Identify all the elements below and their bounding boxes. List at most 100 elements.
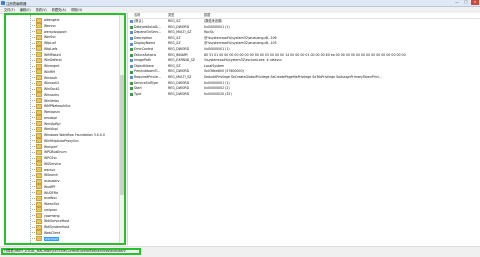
string-value-icon — [130, 42, 133, 46]
tree-connector — [32, 42, 35, 44]
maximize-button[interactable]: □ — [462, 0, 470, 5]
tree-connector — [32, 71, 35, 73]
folder-icon — [36, 224, 42, 230]
tree-connector — [32, 128, 35, 130]
tree-connector — [32, 100, 35, 101]
tree-item-label: WebClient — [44, 230, 61, 235]
tree-item-label: Wmiperf — [44, 144, 58, 149]
folder-icon — [36, 190, 42, 195]
tree-item-label: WSearch — [44, 173, 59, 178]
tree-item-label: WinHttpAutoProxySvc — [44, 138, 79, 143]
tree-item-label: WerSvc — [44, 35, 56, 40]
folder-icon — [36, 132, 42, 138]
binary-value-icon — [130, 25, 133, 29]
tree-connector — [32, 186, 35, 188]
value-row[interactable]: Type REG_DWORD 0x00000020 (32) — [128, 92, 480, 98]
tree-connector — [32, 59, 35, 61]
folder-icon — [36, 121, 42, 126]
minimize-button[interactable]: — — [453, 0, 461, 5]
tree-item-label: Wmiapsrv — [44, 110, 60, 114]
folder-icon — [36, 92, 42, 98]
tree-item-label: Winmgmt — [44, 64, 60, 68]
tree-connector — [32, 31, 35, 32]
tree-item-label: Winsock — [44, 75, 58, 80]
tree-connector — [32, 146, 35, 147]
tree-item-label: wercplsupport — [44, 29, 67, 34]
tree-connector — [32, 180, 35, 182]
tree-scrollbar-thumb[interactable] — [120, 75, 124, 195]
binary-value-icon — [130, 93, 133, 97]
header-data[interactable]: 数据 — [204, 13, 210, 18]
tree-item-label: wudfsvc — [44, 196, 58, 201]
folder-icon — [36, 46, 42, 52]
tree-connector — [32, 192, 35, 193]
folder-icon — [36, 103, 42, 109]
values-pane: 名称 类型 数据 (默认) REG_SZ (数值未设置) DelayedAutoSt.… — [128, 13, 480, 245]
folder-icon — [36, 172, 42, 178]
tree-connector — [32, 169, 35, 170]
tree-item-label: wuauserv — [44, 179, 60, 183]
string-value-icon — [130, 59, 133, 63]
tree-connector — [32, 82, 35, 84]
tree-item-label: WmiApRpl — [44, 121, 61, 126]
string-value-icon — [130, 37, 133, 41]
tree-connector — [32, 174, 35, 176]
folder-icon — [36, 195, 42, 201]
folder-icon — [36, 57, 42, 63]
tree-connector — [32, 197, 35, 199]
tree-item-label: Winsock2 — [44, 81, 60, 86]
tree-item-label: WUDFRd — [44, 190, 59, 195]
tree-connector — [32, 151, 35, 153]
tree-connector — [32, 226, 35, 228]
tree-item-label: WinSock2 — [44, 87, 60, 91]
string-value-icon — [130, 20, 133, 24]
folder-icon — [36, 34, 42, 40]
folder-icon — [36, 201, 42, 207]
tree-connector — [32, 215, 35, 216]
tree-item-label: WinVerbs — [44, 98, 59, 103]
close-button[interactable]: × — [471, 0, 479, 5]
regedit-app-icon — [1, 1, 5, 5]
window-title: 注册表编辑器 — [6, 2, 27, 6]
tree-connector — [32, 94, 35, 96]
tree-connector — [32, 232, 35, 234]
folder-icon — [36, 69, 42, 75]
value-name: Type — [134, 91, 142, 96]
folder-icon — [36, 17, 42, 23]
header-type[interactable]: 类型 — [168, 13, 174, 18]
string-value-icon — [130, 31, 133, 35]
tree-connector — [32, 111, 35, 113]
tree-item-label: Windows Workflow Foundation 3.0.0.0 — [44, 133, 105, 137]
tree-item-label: wmiacpi — [44, 115, 58, 120]
folder-icon — [36, 155, 42, 161]
tree-item-label: wbengine — [44, 18, 60, 22]
folder-icon — [36, 80, 42, 86]
folder-icon — [36, 29, 42, 34]
window-controls: — □ × — [452, 0, 479, 6]
status-bar: 计算机\HKEY_LOCAL_MACHINE\SYSTEM\CurrentCon… — [0, 246, 480, 257]
tree-scrollbar[interactable] — [119, 15, 124, 243]
binary-value-icon — [130, 53, 133, 57]
folder-icon — [36, 98, 42, 103]
folder-icon — [36, 86, 42, 92]
tree-item-label: WinRM — [44, 69, 55, 74]
tree-connector — [32, 123, 35, 124]
tree-connector — [32, 54, 35, 55]
tree-connector — [32, 88, 35, 90]
folder-icon — [36, 115, 42, 121]
tree-connector — [32, 48, 35, 50]
tree-item[interactable]: wcncsvc — [32, 236, 60, 242]
value-data: 0x00000020 (32) — [204, 91, 232, 96]
tree-item-label: WPDBusEnum — [44, 150, 67, 155]
folder-icon — [36, 109, 42, 115]
tree-item-label: WMPNetworkSvc — [44, 104, 71, 109]
tree-connector — [32, 105, 35, 107]
tree-item-label: WdiSystemHost — [44, 225, 70, 229]
binary-value-icon — [130, 87, 133, 91]
tree-item-label: WmiAcpi — [44, 127, 58, 132]
tree-item-label: Winsocks — [44, 92, 59, 97]
header-name[interactable]: 名称 — [134, 13, 140, 18]
tree-connector — [32, 163, 35, 165]
key-tree-pane[interactable]: wbengine Wecsvc wercplsupport WerSvc WfpLwf W… — [4, 13, 126, 245]
string-value-icon — [130, 76, 133, 80]
